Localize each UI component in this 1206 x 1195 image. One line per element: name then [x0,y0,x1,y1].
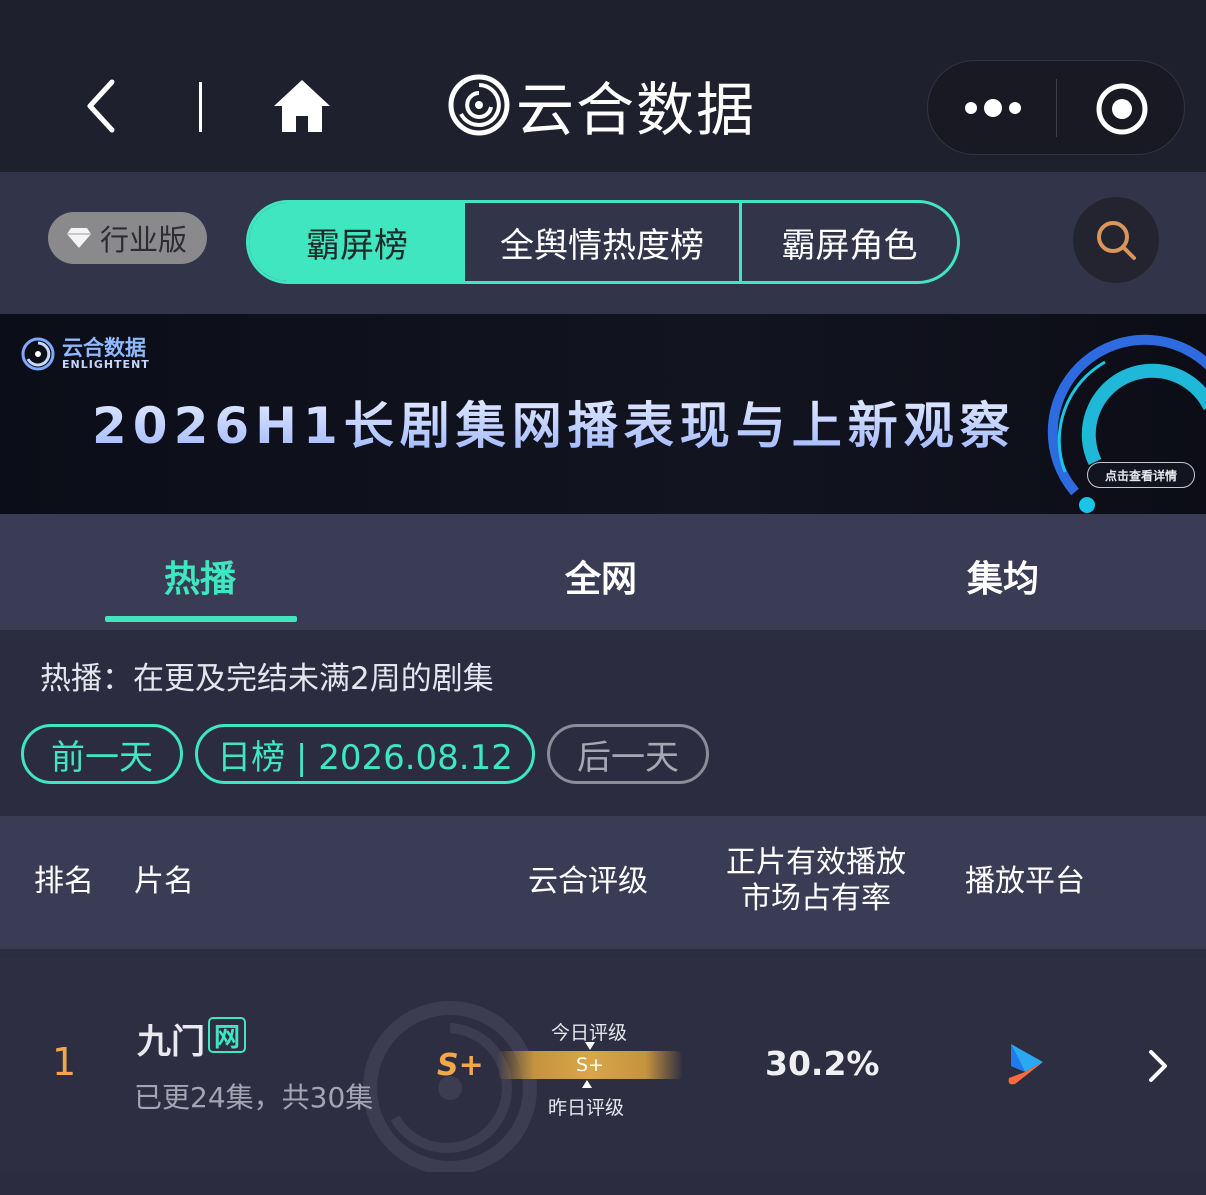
list-description: 热播：在更及完结未满2周的剧集 [40,661,494,697]
header-platform: 播放平台 [965,864,1085,899]
banner-logo-icon [21,337,55,371]
yesterday-rating-label: 昨日评级 [548,1097,625,1119]
banner-detail-button[interactable]: 点击查看详情 [1087,462,1195,488]
search-icon [1097,221,1136,260]
enlightent-logo-icon [448,74,510,136]
app-title-group: 云合数据 [448,70,756,144]
back-icon[interactable] [78,76,128,136]
header-name: 片名 [134,864,194,899]
chevron-right-icon[interactable] [1146,1048,1170,1084]
close-miniprogram-icon[interactable] [1095,82,1149,136]
tab-hot-airing[interactable]: 热播 [100,550,300,602]
banner-logo-en: ENLIGHTENT [62,358,150,371]
top-bar: 云合数据 [0,0,1206,172]
divider [199,82,202,132]
capsule-divider [1056,79,1057,137]
rating-scale-bar: S+ [497,1051,683,1079]
ranking-segment-control: 霸屏榜 全舆情热度榜 霸屏角色 [246,200,960,284]
date-selector[interactable]: 日榜 | 2026.08.12 [195,724,535,784]
table-header: 排名 片名 云合评级 正片有效播放 市场占有率 播放平台 [0,816,1206,949]
next-row-peek [0,1172,1206,1195]
row-episodes: 已更24集，共30集 [134,1081,374,1114]
header-share-line1: 正片有效播放 [726,845,906,880]
yesterday-marker-icon [582,1080,592,1088]
next-day-button[interactable]: 后一天 [547,724,709,784]
banner-logo-cn: 云合数据 [62,336,146,360]
today-marker-icon [585,1042,595,1050]
tab-active-indicator [105,616,297,622]
segment-public-opinion-heat[interactable]: 全舆情热度榜 [465,203,742,281]
header-rating: 云合评级 [528,864,648,899]
today-rating-label: 今日评级 [551,1022,628,1044]
promo-banner[interactable]: 云合数据 ENLIGHTENT 2026H1长剧集网播表现与上新观察 点击查看详… [0,314,1206,514]
more-icon[interactable] [963,91,1023,125]
banner-title: 2026H1长剧集网播表现与上新观察 [92,386,1016,458]
tab-all-network[interactable]: 全网 [501,550,701,602]
row-drama-name: 九门 [137,1022,205,1062]
tab-per-episode[interactable]: 集均 [903,550,1103,602]
table-row[interactable]: 1 九门 网 已更24集，共30集 S+ 今日评级 S+ 昨日评级 30.2% [0,958,1206,1172]
home-icon[interactable] [272,78,332,134]
header-share-line2: 市场占有率 [741,881,891,916]
web-drama-badge: 网 [208,1017,246,1053]
row-market-share: 30.2% [765,1044,880,1083]
segment-dominant-roles[interactable]: 霸屏角色 [742,203,957,281]
row-rank: 1 [52,1040,77,1084]
rating-bar-grade: S+ [576,1054,604,1076]
diamond-icon [67,228,91,248]
search-button[interactable] [1073,197,1159,283]
industry-edition-label: 行业版 [100,223,188,257]
youku-play-icon [1008,1044,1043,1085]
row-grade: S+ [437,1048,484,1083]
banner-logo: 云合数据 ENLIGHTENT [20,336,150,372]
capsule-menu [927,60,1185,155]
prev-day-button[interactable]: 前一天 [21,724,183,784]
list-tabs: 热播 全网 集均 [0,514,1206,630]
industry-edition-button[interactable]: 行业版 [48,212,207,264]
segment-screen-dominance[interactable]: 霸屏榜 [249,203,465,281]
app-title: 云合数据 [516,76,757,144]
header-rank: 排名 [34,864,94,899]
